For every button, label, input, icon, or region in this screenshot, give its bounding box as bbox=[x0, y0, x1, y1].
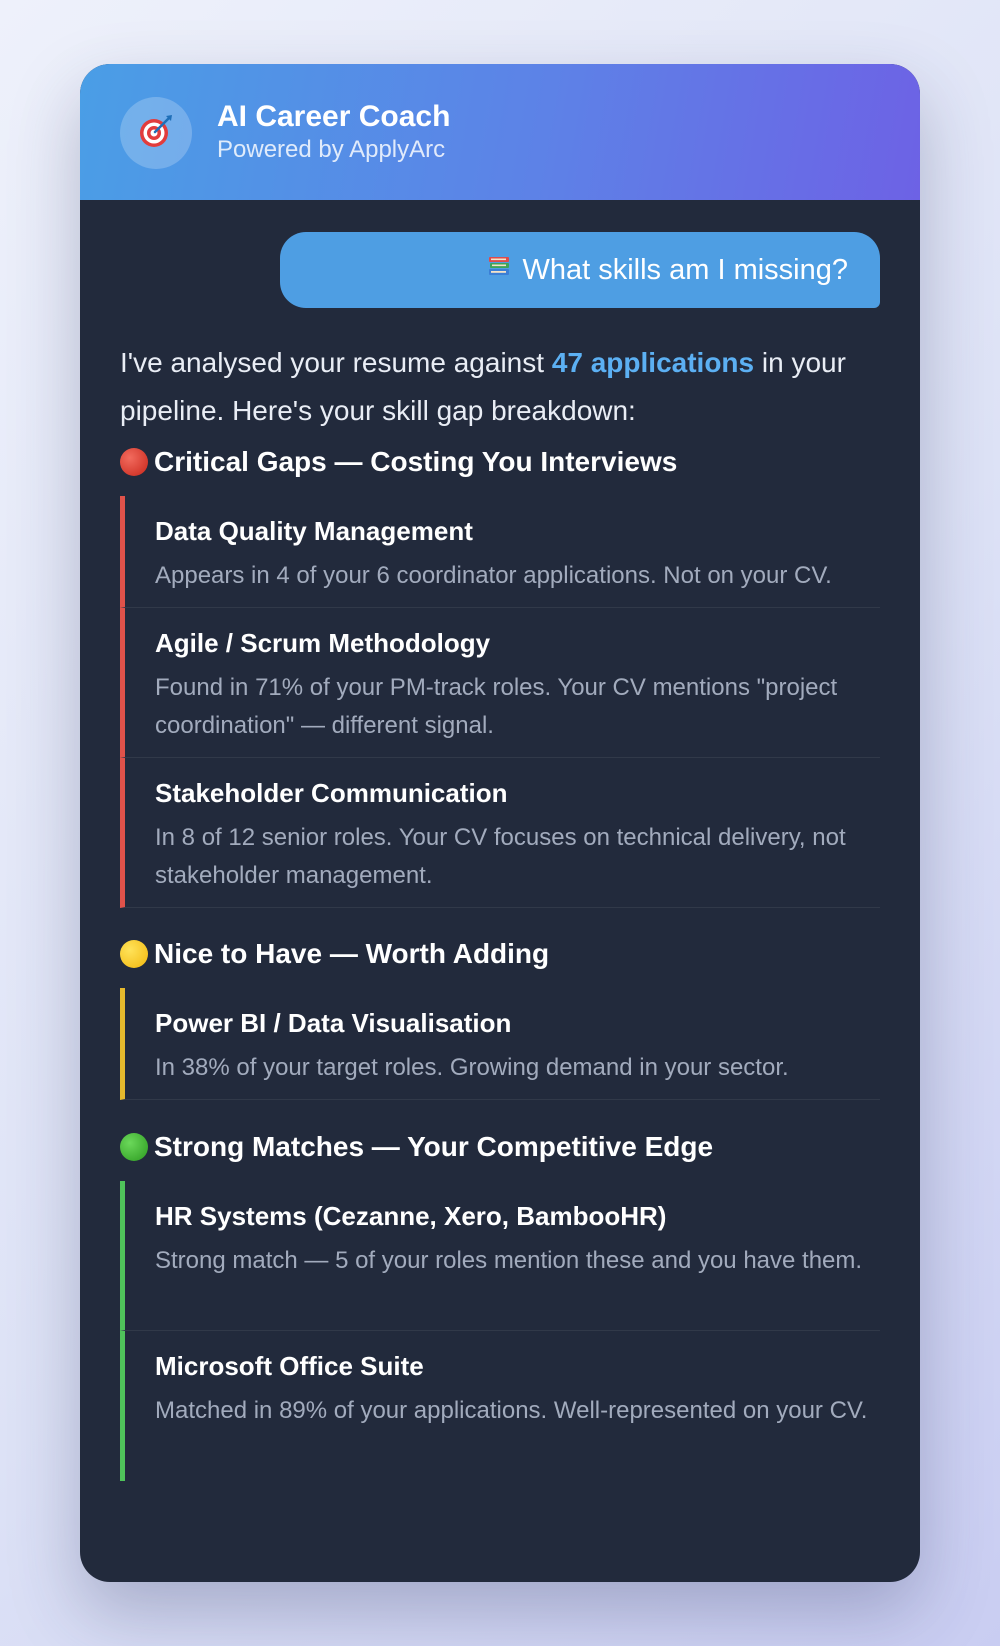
books-icon bbox=[486, 253, 512, 287]
section-title-text: Strong Matches — Your Competitive Edge bbox=[154, 1131, 714, 1162]
skill-description: Appears in 4 of your 6 coordinator appli… bbox=[155, 562, 832, 589]
section-critical-gaps-title: Critical Gaps — Costing You Interviews bbox=[120, 446, 677, 478]
skill-item-microsoft-office: Microsoft Office Suite Matched in 89% of… bbox=[120, 1331, 880, 1481]
skill-description: In 8 of 12 senior roles. Your CV focuses… bbox=[155, 824, 846, 889]
section-strong-matches-title: Strong Matches — Your Competitive Edge bbox=[120, 1131, 713, 1163]
applications-count: 47 applications bbox=[551, 347, 755, 378]
target-icon bbox=[136, 111, 176, 156]
skill-item-stakeholder-communication: Stakeholder Communication In 8 of 12 sen… bbox=[120, 758, 880, 908]
skill-item-data-quality: Data Quality Management Appears in 4 of … bbox=[120, 496, 880, 608]
intro-text-before: I've analysed your resume against bbox=[120, 347, 552, 378]
skill-description: Strong match — 5 of your roles mention t… bbox=[155, 1247, 863, 1274]
section-nice-to-have-title: Nice to Have — Worth Adding bbox=[120, 938, 549, 970]
skill-title: Microsoft Office Suite bbox=[155, 1351, 424, 1381]
chat-header: AI Career Coach Powered by ApplyArc bbox=[80, 64, 920, 200]
user-message-bubble: What skills am I missing? bbox=[280, 232, 880, 308]
chat-window: AI Career Coach Powered by ApplyArc What… bbox=[80, 64, 920, 1582]
skill-title: Agile / Scrum Methodology bbox=[155, 628, 491, 658]
green-circle-icon bbox=[120, 1133, 148, 1161]
skill-title: Power BI / Data Visualisation bbox=[155, 1008, 512, 1038]
user-message-text: What skills am I missing? bbox=[522, 253, 848, 286]
header-subtitle: Powered by ApplyArc bbox=[217, 136, 446, 163]
skill-item-agile-scrum: Agile / Scrum Methodology Found in 71% o… bbox=[120, 608, 880, 758]
skill-description: In 38% of your target roles. Growing dem… bbox=[155, 1054, 789, 1081]
skill-title: HR Systems (Cezanne, Xero, BambooHR) bbox=[155, 1201, 667, 1231]
yellow-circle-icon bbox=[120, 940, 148, 968]
skill-item-hr-systems: HR Systems (Cezanne, Xero, BambooHR) Str… bbox=[120, 1181, 880, 1331]
assistant-intro: I've analysed your resume against 47 app… bbox=[120, 339, 880, 435]
skill-item-power-bi: Power BI / Data Visualisation In 38% of … bbox=[120, 988, 880, 1100]
skill-description: Found in 71% of your PM-track roles. You… bbox=[155, 674, 838, 739]
coach-avatar bbox=[120, 97, 192, 169]
skill-title: Data Quality Management bbox=[155, 516, 473, 546]
section-title-text: Critical Gaps — Costing You Interviews bbox=[154, 446, 678, 477]
skill-title: Stakeholder Communication bbox=[155, 778, 508, 808]
skill-description: Matched in 89% of your applications. Wel… bbox=[155, 1397, 868, 1424]
header-title: AI Career Coach bbox=[217, 100, 451, 133]
red-circle-icon bbox=[120, 448, 148, 476]
section-title-text: Nice to Have — Worth Adding bbox=[154, 938, 550, 969]
